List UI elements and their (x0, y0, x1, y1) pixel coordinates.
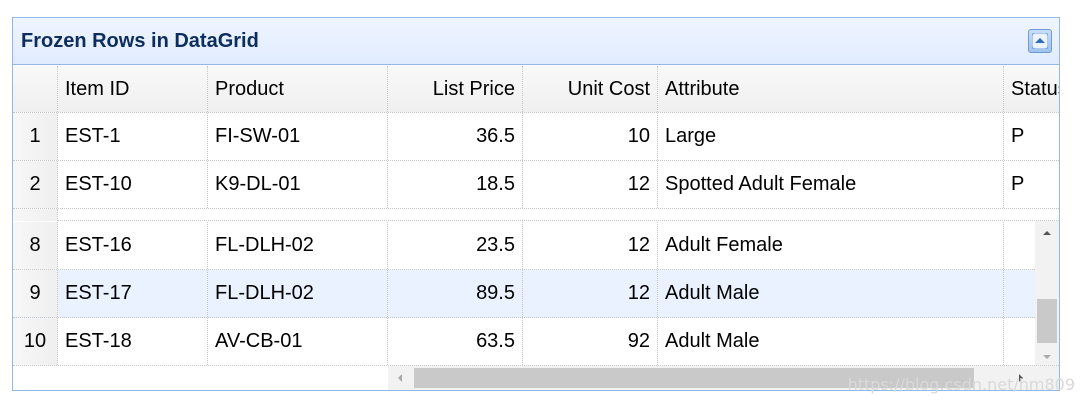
panel-title: Frozen Rows in DataGrid (21, 30, 259, 52)
frozen-separator (13, 209, 1059, 221)
cell-attribute: Adult Female (658, 222, 1004, 269)
cell-unitcost: 10 (523, 113, 658, 160)
cell-listprice: 89.5 (388, 270, 523, 317)
vertical-scroll-thumb[interactable] (1037, 299, 1057, 343)
watermark: https://blog.csdn.net/hm809 (847, 375, 1075, 394)
rownumber-cell: 9 (13, 270, 58, 317)
cell-status: P (1011, 173, 1025, 195)
datagrid-panel: Frozen Rows in DataGrid Item ID Product … (12, 17, 1060, 391)
column-header-unitcost[interactable]: Unit Cost (523, 66, 658, 112)
table-row[interactable]: 10 EST-18 AV-CB-01 63.5 92 Adult Male (13, 318, 1059, 366)
rownumber-cell: 1 (13, 113, 58, 160)
cell-itemid: EST-16 (58, 222, 208, 269)
cell-attribute: Large (658, 113, 1004, 160)
cell-attribute: Adult Male (658, 270, 1004, 317)
panel-header: Frozen Rows in DataGrid (13, 18, 1059, 65)
rownumber-cell: 2 (13, 161, 58, 208)
header-row: Item ID Product List Price Unit Cost Att… (13, 66, 1059, 113)
cell-listprice: 36.5 (388, 113, 523, 160)
cell-product: AV-CB-01 (208, 318, 388, 365)
cell-unitcost: 12 (523, 270, 658, 317)
cell-attribute: Spotted Adult Female (658, 161, 1004, 208)
cell-itemid: EST-17 (58, 270, 208, 317)
cell-status: P (1011, 125, 1025, 147)
cell-product: FL-DLH-02 (208, 270, 388, 317)
table-row[interactable]: 9 EST-17 FL-DLH-02 89.5 12 Adult Male (13, 270, 1059, 318)
cell-listprice: 23.5 (388, 222, 523, 269)
cell-product: FL-DLH-02 (208, 222, 388, 269)
cell-itemid: EST-1 (58, 113, 208, 160)
column-header-product[interactable]: Product (208, 66, 388, 112)
rownumber-cell: 8 (13, 222, 58, 269)
cell-itemid: EST-10 (58, 161, 208, 208)
cell-itemid: EST-18 (58, 318, 208, 365)
scroll-up-arrow-icon[interactable] (1041, 227, 1053, 239)
column-header-status[interactable]: Status (1004, 66, 1059, 112)
cell-unitcost: 12 (523, 222, 658, 269)
column-header-itemid[interactable]: Item ID (58, 66, 208, 112)
column-header-listprice[interactable]: List Price (388, 66, 523, 112)
cell-unitcost: 12 (523, 161, 658, 208)
rownumber-header (13, 66, 58, 112)
table-row[interactable]: 8 EST-16 FL-DLH-02 23.5 12 Adult Female (13, 222, 1059, 270)
cell-attribute: Adult Male (658, 318, 1004, 365)
cell-listprice: 18.5 (388, 161, 523, 208)
column-header-attribute[interactable]: Attribute (658, 66, 1004, 112)
table-row[interactable]: 1 EST-1 FI-SW-01 36.5 10 Large P (13, 113, 1059, 161)
cell-product: FI-SW-01 (208, 113, 388, 160)
rownumber-stub (13, 209, 58, 221)
table-row[interactable]: 2 EST-10 K9-DL-01 18.5 12 Spotted Adult Femal… (13, 161, 1059, 209)
vertical-scrollbar[interactable] (1035, 221, 1059, 365)
scroll-left-arrow-icon[interactable] (394, 372, 406, 384)
collapse-up-icon (1032, 33, 1048, 49)
cell-listprice: 63.5 (388, 318, 523, 365)
cell-product: K9-DL-01 (208, 161, 388, 208)
cell-unitcost: 92 (523, 318, 658, 365)
rownumber-cell: 10 (13, 318, 58, 365)
collapse-button[interactable] (1028, 29, 1052, 53)
scroll-down-arrow-icon[interactable] (1041, 351, 1053, 363)
